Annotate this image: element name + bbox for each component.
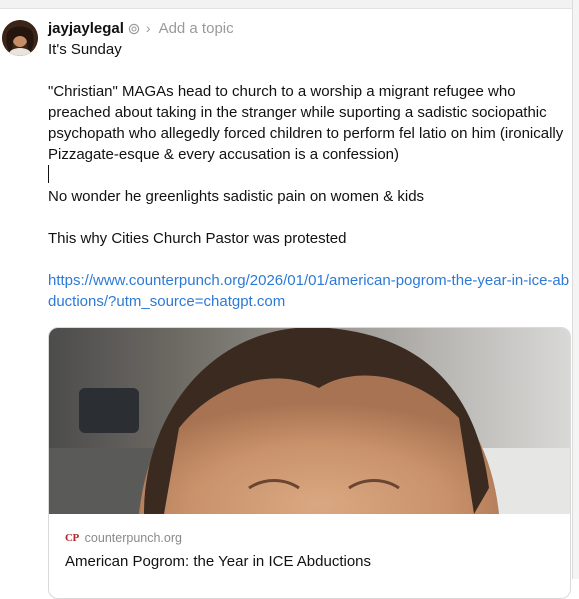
post-link[interactable]: https://www.counterpunch.org/2026/01/01/… — [48, 270, 572, 312]
add-topic-button[interactable]: Add a topic — [159, 20, 234, 37]
post-header: jayjaylegal › Add a topic — [48, 18, 234, 38]
post-body[interactable]: It's Sunday "Christian" MAGAs head to ch… — [48, 39, 572, 312]
text-caret — [48, 165, 572, 186]
site-logo: CP — [65, 532, 79, 544]
scrollbar-track[interactable] — [572, 0, 579, 579]
chevron-right-icon: › — [145, 20, 151, 36]
verified-badge-icon — [128, 22, 140, 35]
link-preview-card[interactable]: CP counterpunch.org American Pogrom: the… — [48, 327, 571, 599]
link-preview-image[interactable] — [49, 328, 570, 514]
avatar[interactable] — [2, 20, 38, 56]
link-preview-domain: counterpunch.org — [84, 531, 182, 545]
link-preview-source: CP counterpunch.org — [65, 531, 182, 545]
post-line: No wonder he greenlights sadistic pain o… — [48, 188, 425, 205]
window-top-edge — [0, 0, 579, 9]
post-line: This why Cities Church Pastor was protes… — [48, 230, 347, 247]
link-preview-title[interactable]: American Pogrom: the Year in ICE Abducti… — [65, 553, 371, 570]
post-line: "Christian" MAGAs head to church to a wo… — [48, 83, 564, 163]
username[interactable]: jayjaylegal — [48, 20, 124, 37]
post-line: It's Sunday — [48, 41, 122, 58]
